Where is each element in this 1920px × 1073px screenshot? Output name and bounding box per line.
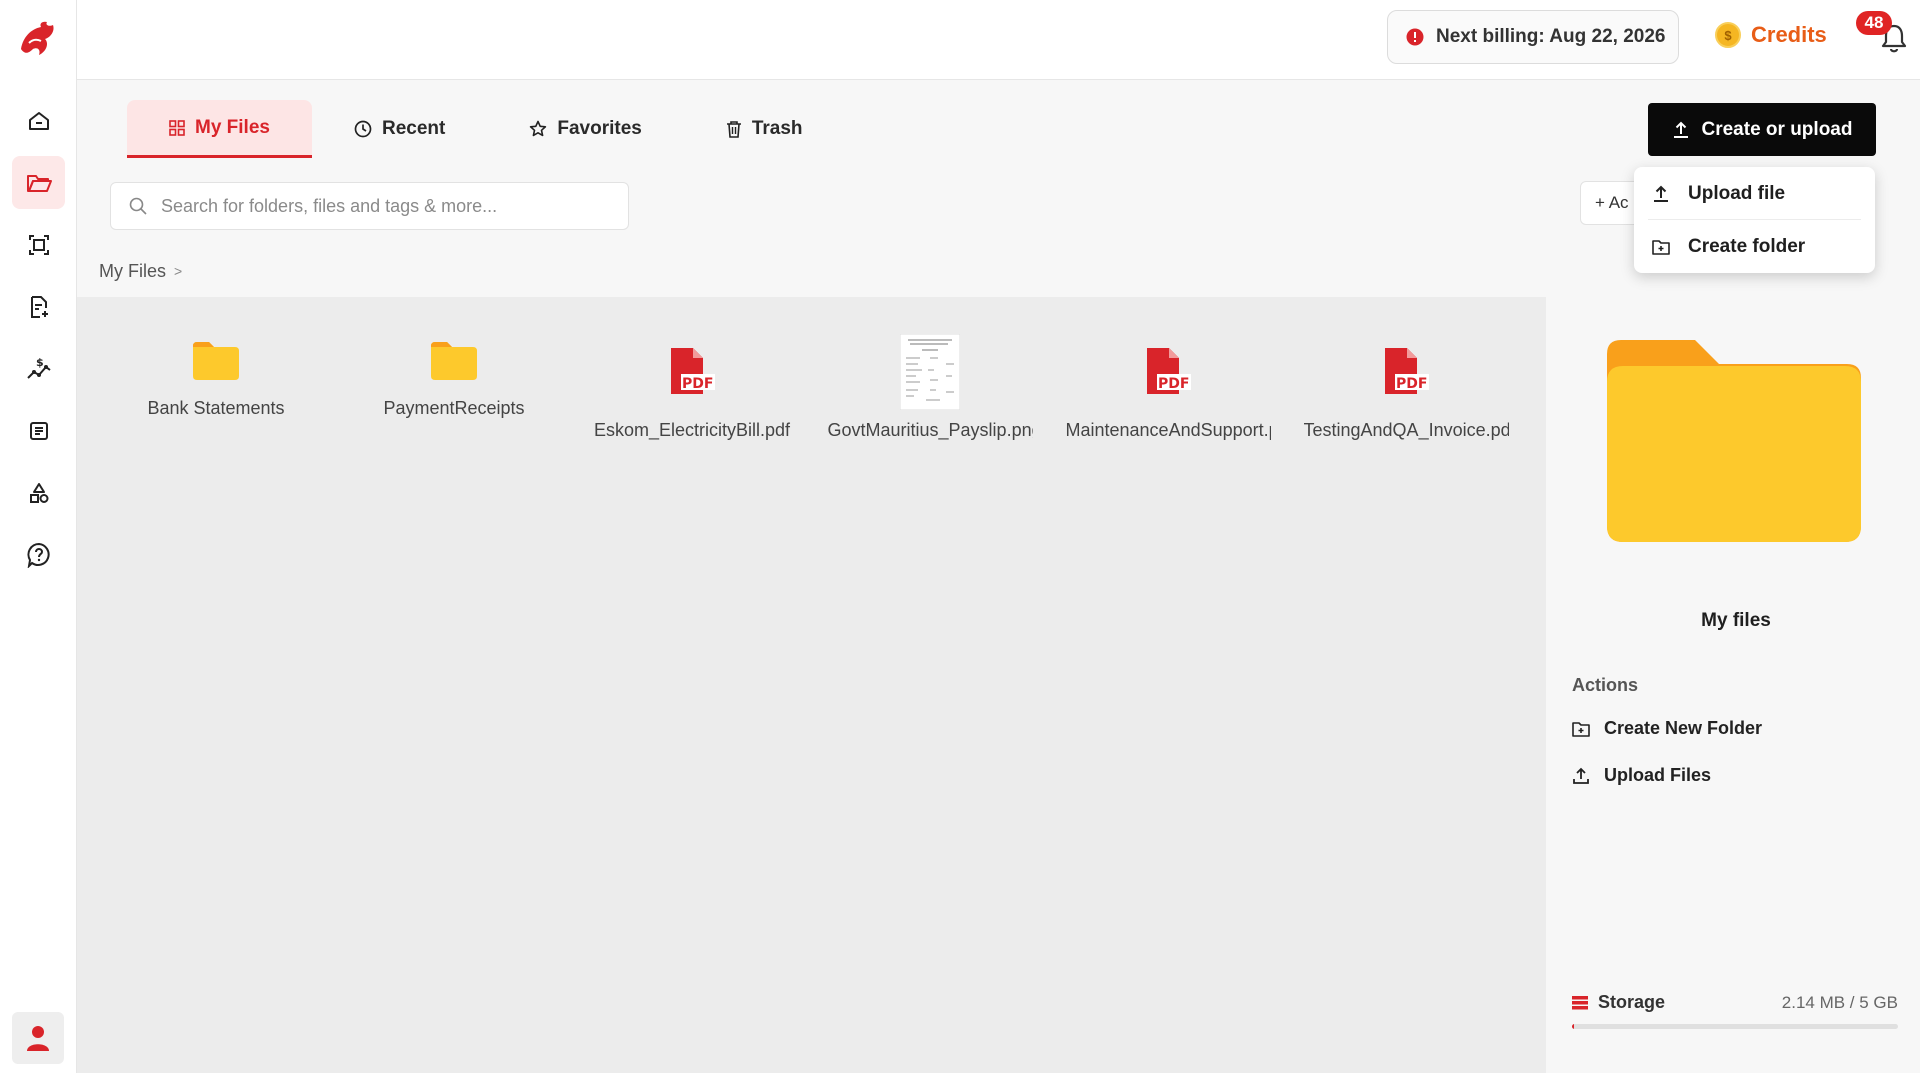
notification-count-badge: 48 [1856,11,1892,35]
menu-item-label: Create folder [1688,235,1806,257]
file-item[interactable]: PDF Eskom_ElectricityBill.pdf [573,330,811,441]
create-button-label: Create or upload [1701,118,1853,140]
clock-icon [354,120,372,138]
tab-label: Favorites [557,118,642,139]
large-folder-icon [1607,340,1861,542]
folder-icon [193,342,239,380]
details-title: My files [1701,610,1771,631]
file-name: GovtMauritius_Payslip.png [827,420,1033,440]
breadcrumb: My Files > [77,245,1546,297]
file-name: PaymentReceipts [383,398,525,418]
search-input[interactable] [161,195,601,217]
file-tabs: My Files Recent Favorites Trash [127,100,845,158]
storage-value: 2.14 MB / 5 GB [1781,992,1898,1012]
action-label: Create New Folder [1604,718,1763,738]
menu-item-create-folder[interactable]: Create folder [1634,220,1875,273]
user-icon [27,1026,49,1051]
folder-preview-icon [1607,340,1861,542]
file-grid: Bank Statements PaymentReceipts PDF Esko… [97,330,1525,441]
pdf-file-icon: PDF [1385,348,1429,394]
file-name: Eskom_ElectricityBill.pdf [593,420,791,440]
user-avatar-button[interactable] [12,1012,64,1064]
file-item[interactable]: Bank Statements [97,330,335,441]
file-item[interactable]: GovtMauritius_Payslip.png [811,330,1049,441]
sidebar-item-finance[interactable]: $ [12,342,65,395]
upload-icon [1654,185,1668,202]
menu-item-upload-file[interactable]: Upload file [1634,167,1875,220]
breadcrumb-item-root[interactable]: My Files [99,261,166,282]
storage-progress-fill [1572,1024,1574,1029]
sidebar-item-home[interactable] [12,94,65,147]
pdf-label: PDF [1396,376,1427,392]
tab-label: Trash [751,118,803,139]
credits-label: Credits [1751,22,1827,47]
sidebar-item-scan[interactable] [12,218,65,271]
storage-icon [1572,995,1588,1009]
create-upload-menu: Upload file Create folder [1634,167,1875,273]
checklist-icon [29,421,48,440]
file-name: TestingAndQA_Invoice.pdf [1303,420,1509,440]
create-new-folder-action[interactable]: Create New Folder [1572,718,1762,739]
tab-label: My Files [195,116,270,138]
upload-icon [1673,121,1688,138]
tab-recent[interactable]: Recent [312,100,487,158]
home-icon [28,111,49,130]
app-logo[interactable] [15,16,61,62]
top-bar: Next billing: Aug 22, 2026 $ Credits 48 [77,0,1920,80]
search-icon [129,197,147,215]
dollar-trend-icon: $ [26,356,51,379]
pdf-file-icon: PDF [671,348,715,394]
document-add-icon [30,295,48,318]
billing-notice[interactable]: Next billing: Aug 22, 2026 [1387,10,1679,64]
actions-heading: Actions [1572,675,1639,695]
file-name: Bank Statements [147,398,285,418]
star-icon [530,120,547,137]
upload-icon [1573,767,1589,784]
tab-trash[interactable]: Trash [684,100,845,158]
shapes-icon [29,482,48,503]
trash-icon [726,121,741,138]
file-item[interactable]: PDF MaintenanceAndSupport.pdf [1049,330,1287,441]
scan-icon [28,234,49,255]
sidebar-item-shapes[interactable] [12,466,65,519]
billing-text: Next billing: Aug 22, 2026 [1436,26,1666,47]
folder-open-icon [26,174,52,192]
details-panel: My files Actions Create New Folder Uploa… [1552,245,1920,1073]
file-item[interactable]: PDF TestingAndQA_Invoice.pdf [1287,330,1525,441]
file-item[interactable]: PaymentReceipts [335,330,573,441]
folder-plus-icon [1572,721,1590,737]
file-name: MaintenanceAndSupport.pdf [1065,420,1271,440]
menu-item-label: Upload file [1688,182,1786,204]
alert-icon [1406,28,1424,46]
action-label: Upload Files [1604,765,1712,785]
grid-icon [169,119,185,136]
dragon-logo-icon [21,21,54,55]
storage-progress-bar [1572,1024,1898,1029]
coin-icon: $ [1715,22,1741,48]
sidebar-item-files[interactable] [12,156,65,209]
tab-my-files[interactable]: My Files [127,100,312,158]
credits-button[interactable]: $ Credits [1715,22,1827,48]
pdf-file-icon: PDF [1147,348,1191,394]
storage-label: Storage [1598,992,1666,1012]
storage-summary: Storage 2.14 MB / 5 GB [1572,992,1898,1013]
folder-plus-icon [1652,239,1670,255]
tab-favorites[interactable]: Favorites [487,100,683,158]
image-thumbnail-icon [900,334,960,410]
tab-label: Recent [381,118,446,139]
breadcrumb-separator: > [174,263,183,279]
sidebar-item-help[interactable] [12,528,65,581]
svg-text:$: $ [36,356,44,369]
help-chat-icon [26,542,50,568]
upload-files-action[interactable]: Upload Files [1572,765,1711,786]
create-or-upload-button[interactable]: Create or upload [1648,103,1876,156]
folder-icon [431,342,477,380]
file-browser: My Files > Bank Statements PaymentReceip… [77,245,1546,1073]
sidebar-item-documents[interactable] [12,280,65,333]
pdf-label: PDF [682,376,713,392]
search-box [110,182,629,230]
pdf-label: PDF [1158,376,1189,392]
sidebar-item-list[interactable] [12,404,65,457]
sidebar: $ [0,0,77,1073]
